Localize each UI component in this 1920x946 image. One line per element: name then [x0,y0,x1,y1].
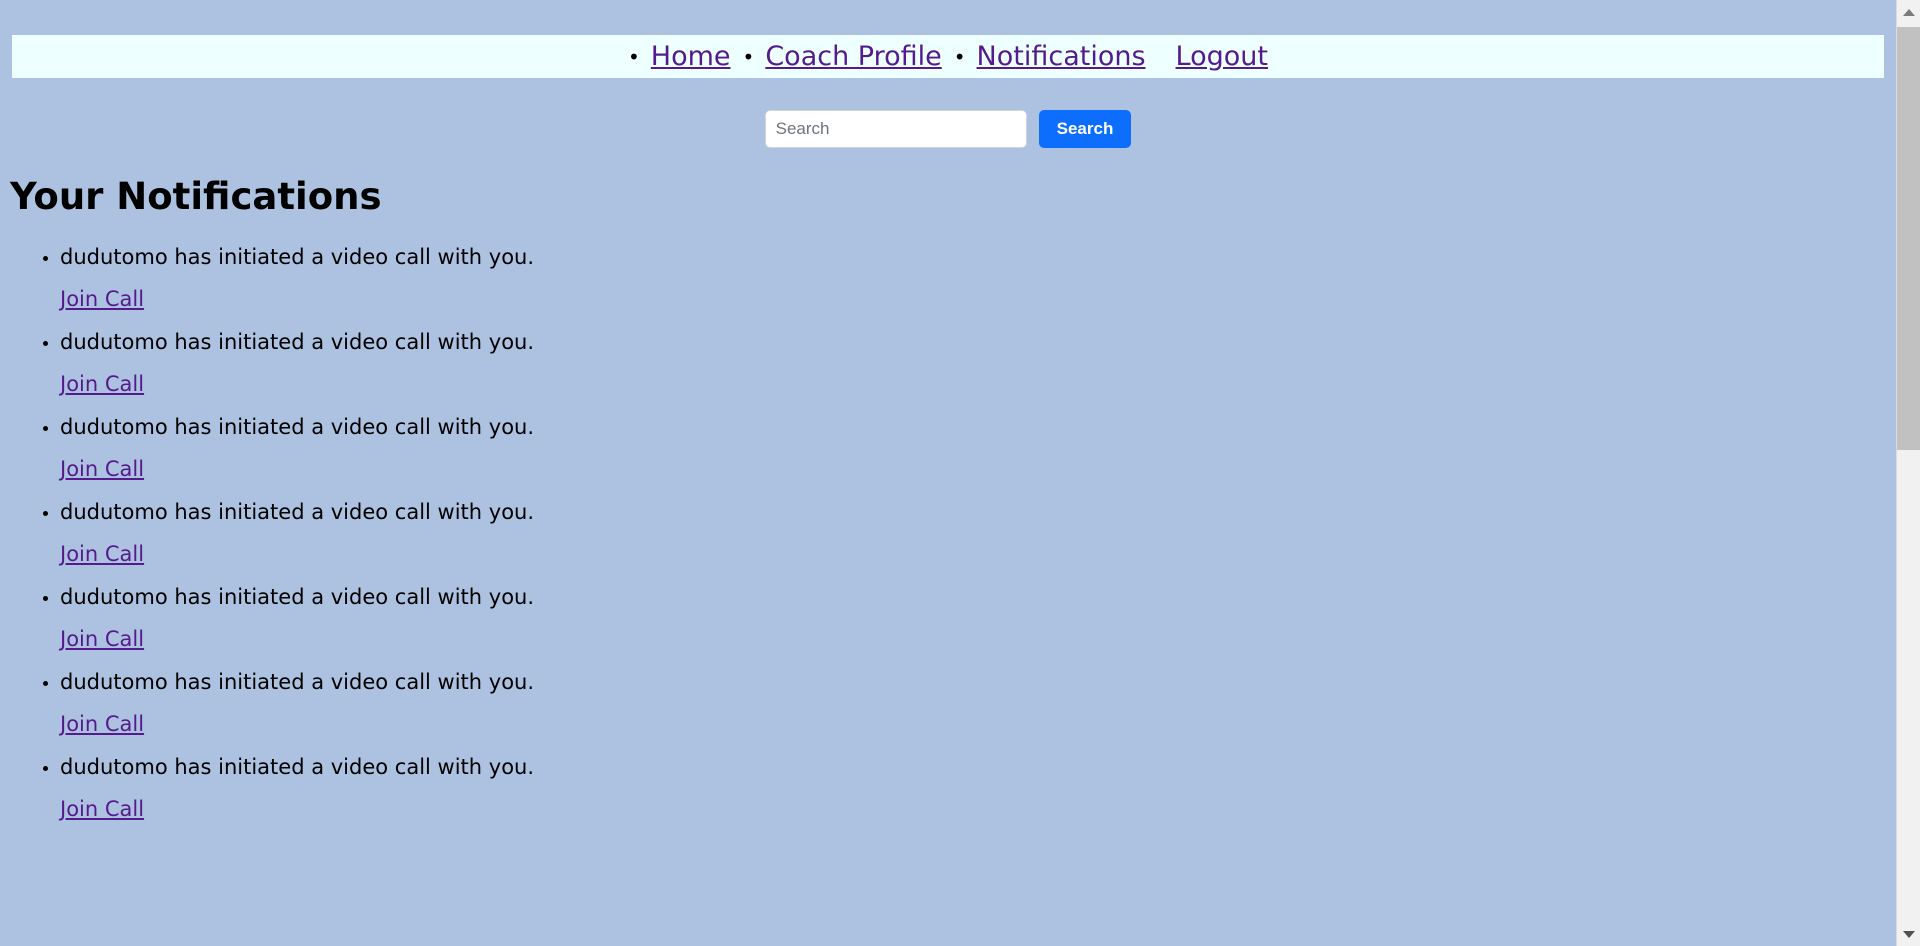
list-item: dudutomo has initiated a video call with… [60,583,1460,668]
vertical-scrollbar[interactable] [1896,0,1920,946]
nav-item-logout[interactable]: Logout [1158,41,1268,72]
page-title: Your Notifications [10,175,382,218]
join-call-link[interactable]: Join Call [60,456,144,482]
nav-list: • Home • Coach Profile • Notifications L… [12,35,1884,78]
scroll-down-button[interactable] [1897,922,1920,946]
notification-text: dudutomo has initiated a video call with… [60,585,535,609]
list-item: dudutomo has initiated a video call with… [60,668,1460,753]
search-button[interactable]: Search [1038,110,1132,148]
nav-item-home[interactable]: • Home [628,41,743,72]
notification-text: dudutomo has initiated a video call with… [60,755,535,779]
bullet-icon: • [742,44,755,69]
notification-text: dudutomo has initiated a video call with… [60,415,535,439]
search-input[interactable] [764,110,1027,148]
scroll-down-arrow-icon [1902,930,1915,938]
notification-text: dudutomo has initiated a video call with… [60,500,535,524]
nav-item-notifications[interactable]: • Notifications [954,41,1158,72]
list-item: dudutomo has initiated a video call with… [60,243,1460,328]
scroll-up-arrow-icon [1902,8,1915,16]
scroll-up-button[interactable] [1897,0,1920,24]
list-item: dudutomo has initiated a video call with… [60,753,1460,838]
nav-item-coach-profile[interactable]: • Coach Profile [743,41,954,72]
join-call-link[interactable]: Join Call [60,371,144,397]
notification-text: dudutomo has initiated a video call with… [60,330,535,354]
list-item: dudutomo has initiated a video call with… [60,413,1460,498]
scrollbar-track[interactable] [1897,450,1920,922]
main-navigation: • Home • Coach Profile • Notifications L… [12,35,1884,78]
nav-link-home[interactable]: Home [651,41,743,72]
search-form: Search [0,110,1896,148]
bullet-icon: • [628,44,640,69]
nav-link-logout[interactable]: Logout [1176,41,1268,72]
join-call-link[interactable]: Join Call [60,286,144,312]
nav-link-notifications[interactable]: Notifications [977,41,1158,72]
scrollbar-thumb[interactable] [1897,27,1920,450]
bullet-icon: • [953,44,966,69]
notifications-list: dudutomo has initiated a video call with… [10,243,1460,838]
notification-text: dudutomo has initiated a video call with… [60,670,535,694]
nav-link-coach-profile[interactable]: Coach Profile [765,41,953,72]
join-call-link[interactable]: Join Call [60,796,144,822]
list-item: dudutomo has initiated a video call with… [60,498,1460,583]
page-viewport: • Home • Coach Profile • Notifications L… [0,0,1896,946]
list-item: dudutomo has initiated a video call with… [60,328,1460,413]
join-call-link[interactable]: Join Call [60,626,144,652]
join-call-link[interactable]: Join Call [60,711,144,737]
join-call-link[interactable]: Join Call [60,541,144,567]
notification-text: dudutomo has initiated a video call with… [60,245,535,269]
